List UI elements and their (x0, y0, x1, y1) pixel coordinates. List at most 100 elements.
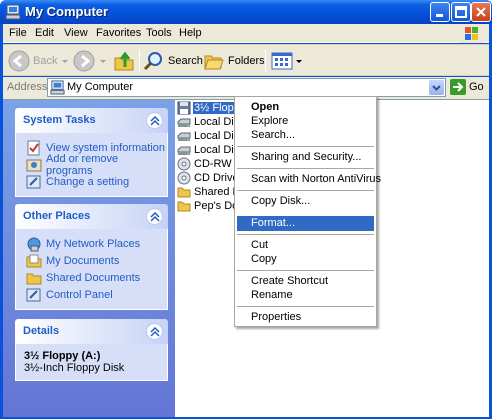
forward-arrow-icon (73, 50, 95, 72)
menu-item-open[interactable]: Open (237, 100, 374, 115)
back-label: Back (33, 55, 58, 67)
menu-item-rename[interactable]: Rename (237, 288, 374, 303)
menu-item-label: Properties (251, 311, 302, 323)
my-computer-icon (5, 4, 21, 20)
details-item-description: 3½-Inch Floppy Disk (24, 362, 125, 374)
collapse-button[interactable] (146, 208, 163, 225)
toolbar-separator (139, 50, 140, 72)
menu-file[interactable]: File (9, 27, 27, 39)
window: My Computer File Edit View Favorites Too… (0, 0, 492, 419)
system-tasks-panel: System Tasks View system information Add… (15, 108, 168, 197)
details-title: Details (23, 325, 60, 337)
menu-item-label: Rename (251, 289, 293, 301)
toolbar: Back Search Folders (3, 44, 489, 76)
system-tasks-body: View system information Add or remove pr… (15, 133, 168, 197)
menu-item-create-shortcut[interactable]: Create Shortcut (237, 274, 374, 289)
details-panel: Details 3½ Floppy (A:) 3½-Inch Floppy Di… (15, 319, 168, 381)
menu-item-label: Search... (251, 129, 296, 141)
windows-flag-icon (465, 27, 478, 40)
task-pane: System Tasks View system information Add… (3, 100, 175, 417)
folders-label: Folders (228, 55, 265, 67)
menu-tools[interactable]: Tools (146, 27, 172, 39)
up-folder-icon (114, 51, 134, 71)
up-folder-button[interactable] (113, 49, 135, 73)
system-tasks-header[interactable]: System Tasks (15, 108, 168, 133)
other-places-header[interactable]: Other Places (15, 204, 168, 229)
place-shared-documents[interactable]: Shared Documents (26, 269, 167, 286)
other-places-panel: Other Places My Network Places My Docume… (15, 204, 168, 310)
window-title: My Computer (25, 4, 109, 19)
collapse-button[interactable] (146, 323, 163, 340)
menu-help[interactable]: Help (179, 27, 202, 39)
title-bar[interactable]: My Computer (0, 0, 492, 24)
back-button[interactable]: Back (8, 49, 70, 73)
network-places-icon (27, 237, 41, 251)
menu-bar: File Edit View Favorites Tools Help (3, 24, 489, 43)
my-computer-icon (50, 80, 65, 95)
menu-item-label: Scan with Norton AntiVirus (251, 173, 382, 185)
go-label: Go (469, 81, 484, 93)
menu-item-properties[interactable]: Properties (237, 310, 374, 325)
folders-button[interactable]: Folders (203, 49, 265, 73)
floppy-icon (177, 101, 191, 114)
menu-item-explore[interactable]: Explore (237, 114, 374, 129)
menu-item-cut[interactable]: Cut (237, 238, 374, 253)
place-label: My Network Places (46, 237, 141, 250)
close-button[interactable] (471, 2, 491, 22)
cd-drive-icon (177, 157, 191, 170)
search-button[interactable]: Search (143, 49, 203, 73)
context-menu: Open Explore Search... Sharing and Secur… (234, 96, 381, 327)
forward-button[interactable] (73, 49, 108, 73)
menu-item-label: Create Shortcut (251, 275, 329, 287)
forward-dropdown-icon[interactable] (98, 56, 108, 66)
maximize-button[interactable] (451, 2, 471, 22)
menu-item-scan-antivirus[interactable]: Scan with Norton AntiVirus (237, 172, 381, 187)
chevron-up-icon (150, 212, 160, 222)
task-add-remove-programs[interactable]: Add or remove programs (26, 153, 167, 177)
close-icon (476, 7, 486, 17)
place-my-documents[interactable]: My Documents (26, 252, 167, 269)
menu-item-label: Cut (251, 239, 269, 251)
menu-item-search[interactable]: Search... (237, 128, 374, 143)
details-header[interactable]: Details (15, 319, 168, 344)
go-button[interactable]: Go (450, 79, 484, 95)
address-label: Address (7, 81, 48, 93)
place-my-network-places[interactable]: My Network Places (26, 235, 167, 252)
menu-item-label: Open (251, 101, 280, 113)
chevron-down-icon (432, 85, 441, 91)
views-dropdown-icon[interactable] (295, 56, 303, 66)
menu-item-copy[interactable]: Copy (237, 252, 374, 267)
toolbar-separator (265, 50, 266, 72)
menu-separator (237, 234, 374, 235)
menu-edit[interactable]: Edit (35, 27, 54, 39)
minimize-button[interactable] (430, 2, 450, 22)
menu-separator (237, 306, 374, 307)
other-places-body: My Network Places My Documents Shared Do… (15, 229, 168, 310)
place-label: My Documents (46, 254, 120, 267)
search-icon (143, 52, 162, 71)
details-item-name: 3½ Floppy (A:) (24, 350, 101, 362)
views-button[interactable] (271, 49, 303, 73)
back-arrow-icon (8, 50, 30, 72)
minimize-icon (436, 14, 443, 17)
menu-separator (237, 168, 374, 169)
address-input[interactable]: My Computer (47, 78, 446, 97)
my-documents-icon (26, 254, 42, 267)
place-label: Shared Documents (46, 271, 141, 284)
menu-view[interactable]: View (64, 27, 88, 39)
system-tasks-title: System Tasks (23, 114, 96, 126)
menu-item-sharing-security[interactable]: Sharing and Security... (237, 150, 374, 165)
place-control-panel[interactable]: Control Panel (26, 286, 167, 303)
menu-item-copy-disk[interactable]: Copy Disk... (237, 194, 374, 209)
collapse-button[interactable] (146, 112, 163, 129)
hard-disk-icon (177, 118, 191, 127)
menu-separator (237, 190, 374, 191)
menu-item-label: Sharing and Security... (251, 151, 362, 163)
menu-item-label: Format... (251, 217, 296, 229)
back-dropdown-icon[interactable] (60, 56, 70, 66)
address-dropdown-button[interactable] (429, 80, 444, 95)
menu-favorites[interactable]: Favorites (96, 27, 141, 39)
views-icon (271, 52, 293, 70)
menu-separator (237, 270, 374, 271)
menu-item-format[interactable]: Format... (237, 216, 374, 231)
